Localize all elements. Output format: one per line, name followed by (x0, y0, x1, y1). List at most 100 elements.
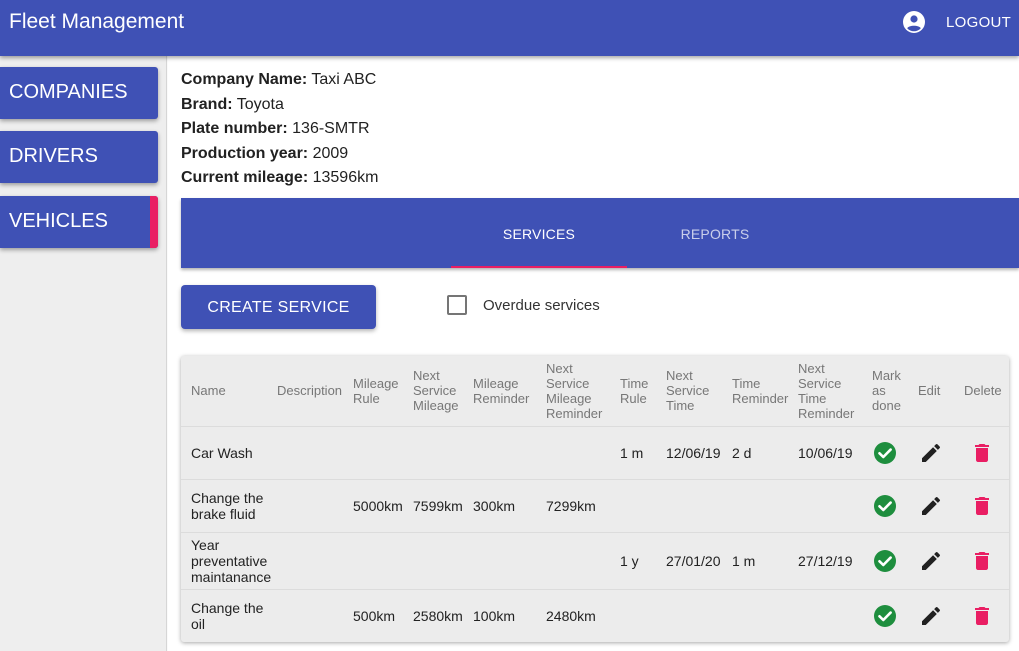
description-cell (267, 426, 343, 480)
mileage-rule-cell: 500km (353, 607, 396, 624)
col-header: Time Rule (610, 356, 656, 427)
check-circle-icon[interactable] (873, 549, 897, 573)
account-circle-icon[interactable] (902, 10, 926, 34)
time-rule-cell: 1 m (610, 426, 656, 480)
overdue-checkbox[interactable] (447, 295, 467, 315)
table-header-row: Name Description Mileage Rule Next Servi… (181, 356, 1009, 427)
logout-button[interactable]: LOGOUT (946, 14, 1011, 31)
service-name-cell: Year preventative maintanance (181, 532, 271, 590)
check-circle-icon[interactable] (873, 441, 897, 465)
trash-icon[interactable] (970, 441, 994, 465)
next-time-reminder-cell: 27/12/19 (788, 532, 862, 590)
pencil-icon[interactable] (919, 494, 943, 518)
next-time-reminder-cell (788, 589, 862, 642)
sidebar: COMPANIES DRIVERS VEHICLES (0, 56, 167, 651)
plate-value: 136-SMTR (292, 120, 370, 138)
mileage-rule-cell: 5000km (343, 479, 403, 533)
table-row: Car Wash 1 m 12/06/19 2 d 10/06/19 (181, 426, 1009, 480)
mileage-reminder-cell: 300km (463, 479, 536, 533)
plate-line: Plate number: 136-SMTR (181, 117, 378, 142)
services-table: Name Description Mileage Rule Next Servi… (181, 356, 1009, 642)
description-cell (267, 479, 343, 533)
trash-icon[interactable] (970, 494, 994, 518)
plate-label: Plate number: (181, 120, 288, 138)
overdue-checkbox-label: Overdue services (483, 297, 600, 314)
mileage-rule-cell (343, 532, 403, 590)
col-header: Mileage Rule (343, 356, 403, 427)
check-circle-icon[interactable] (873, 604, 897, 628)
tab-bar: SERVICES REPORTS (181, 198, 1019, 268)
sidebar-item-vehicles[interactable]: VEHICLES (0, 196, 158, 248)
next-mileage-cell: 7599km (403, 479, 463, 533)
brand-label: Brand: (181, 95, 233, 113)
trash-icon-cell (954, 426, 1009, 480)
mileage-value: 13596km (312, 169, 379, 187)
create-service-button[interactable]: CREATE SERVICE (181, 285, 376, 329)
col-header: Next Service Mileage Reminder (536, 356, 610, 427)
service-name-cell: Change the brake fluid (181, 479, 267, 533)
next-time-cell: 12/06/19 (656, 426, 722, 480)
service-name-cell: Car Wash (181, 426, 267, 480)
col-header: Mileage Reminder (463, 356, 536, 427)
year-label: Production year: (181, 144, 309, 162)
check-circle-icon-cell (862, 479, 908, 533)
year-line: Production year: 2009 (181, 142, 378, 167)
sidebar-item-companies[interactable]: COMPANIES (0, 67, 158, 119)
vehicle-info: Company Name: Taxi ABC Brand: Toyota Pla… (181, 68, 378, 191)
next-mileage-cell: 2580km (413, 607, 463, 624)
check-circle-icon-cell (862, 426, 908, 480)
next-mileage-reminder-cell: 7299km (536, 479, 610, 533)
trash-icon-cell (954, 479, 1009, 533)
col-header: Next Service Time (656, 356, 722, 427)
next-time-cell (656, 589, 722, 642)
table-row: Change the oil 500km 2580km 100km 2480km (181, 589, 1009, 642)
main-content: Company Name: Taxi ABC Brand: Toyota Pla… (168, 56, 1019, 651)
time-rule-cell: 1 y (610, 532, 656, 590)
time-rule-cell (610, 589, 656, 642)
pencil-icon-cell (908, 426, 954, 480)
tab-services[interactable]: SERVICES (451, 198, 627, 268)
company-name-value: Taxi ABC (311, 71, 377, 88)
col-header: Mark as done (862, 356, 908, 427)
pencil-icon-cell (908, 479, 954, 533)
pencil-icon[interactable] (919, 441, 943, 465)
time-reminder-cell: 1 m (722, 532, 788, 590)
time-rule-cell (610, 479, 656, 533)
tab-reports[interactable]: REPORTS (627, 198, 803, 268)
col-header: Name (181, 356, 267, 427)
next-time-reminder-cell: 10/06/19 (788, 426, 862, 480)
pencil-icon[interactable] (919, 604, 943, 628)
mileage-label: Current mileage: (181, 169, 309, 187)
mileage-rule-cell (343, 426, 403, 480)
next-time-cell: 27/01/20 (656, 532, 722, 590)
trash-icon-cell (954, 589, 1009, 642)
app-title: Fleet Management (9, 10, 185, 33)
table-row: Year preventative maintanance 1 y 27/01/20… (181, 532, 1009, 590)
col-header: Description (267, 356, 343, 427)
trash-icon[interactable] (970, 604, 994, 628)
year-value: 2009 (312, 144, 349, 162)
mileage-line: Current mileage: 13596km (181, 166, 378, 191)
col-header: Time Reminder (722, 356, 788, 427)
company-name-line: Company Name: Taxi ABC (181, 68, 378, 93)
trash-icon-cell (954, 532, 1009, 590)
check-circle-icon[interactable] (873, 494, 897, 518)
description-cell (267, 589, 343, 642)
sidebar-item-drivers[interactable]: DRIVERS (0, 131, 158, 183)
mileage-reminder-cell: 100km (473, 607, 516, 624)
table-row: Change the brake fluid 5000km 7599km 300km 7… (181, 479, 1009, 533)
trash-icon[interactable] (970, 549, 994, 573)
brand-line: Brand: Toyota (181, 93, 378, 118)
check-circle-icon-cell (862, 532, 908, 590)
mileage-reminder-cell (463, 532, 536, 590)
col-header: Next Service Mileage (403, 356, 463, 427)
time-reminder-cell (722, 589, 788, 642)
col-header: Next Service Time Reminder (788, 356, 862, 427)
description-cell (267, 532, 343, 590)
next-mileage-reminder-cell (536, 532, 610, 590)
col-header: Delete (954, 356, 1009, 427)
company-name-label: Company Name: (181, 71, 308, 88)
service-name-cell: Change the oil (191, 599, 264, 632)
mileage-reminder-cell (463, 426, 536, 480)
pencil-icon[interactable] (919, 549, 943, 573)
